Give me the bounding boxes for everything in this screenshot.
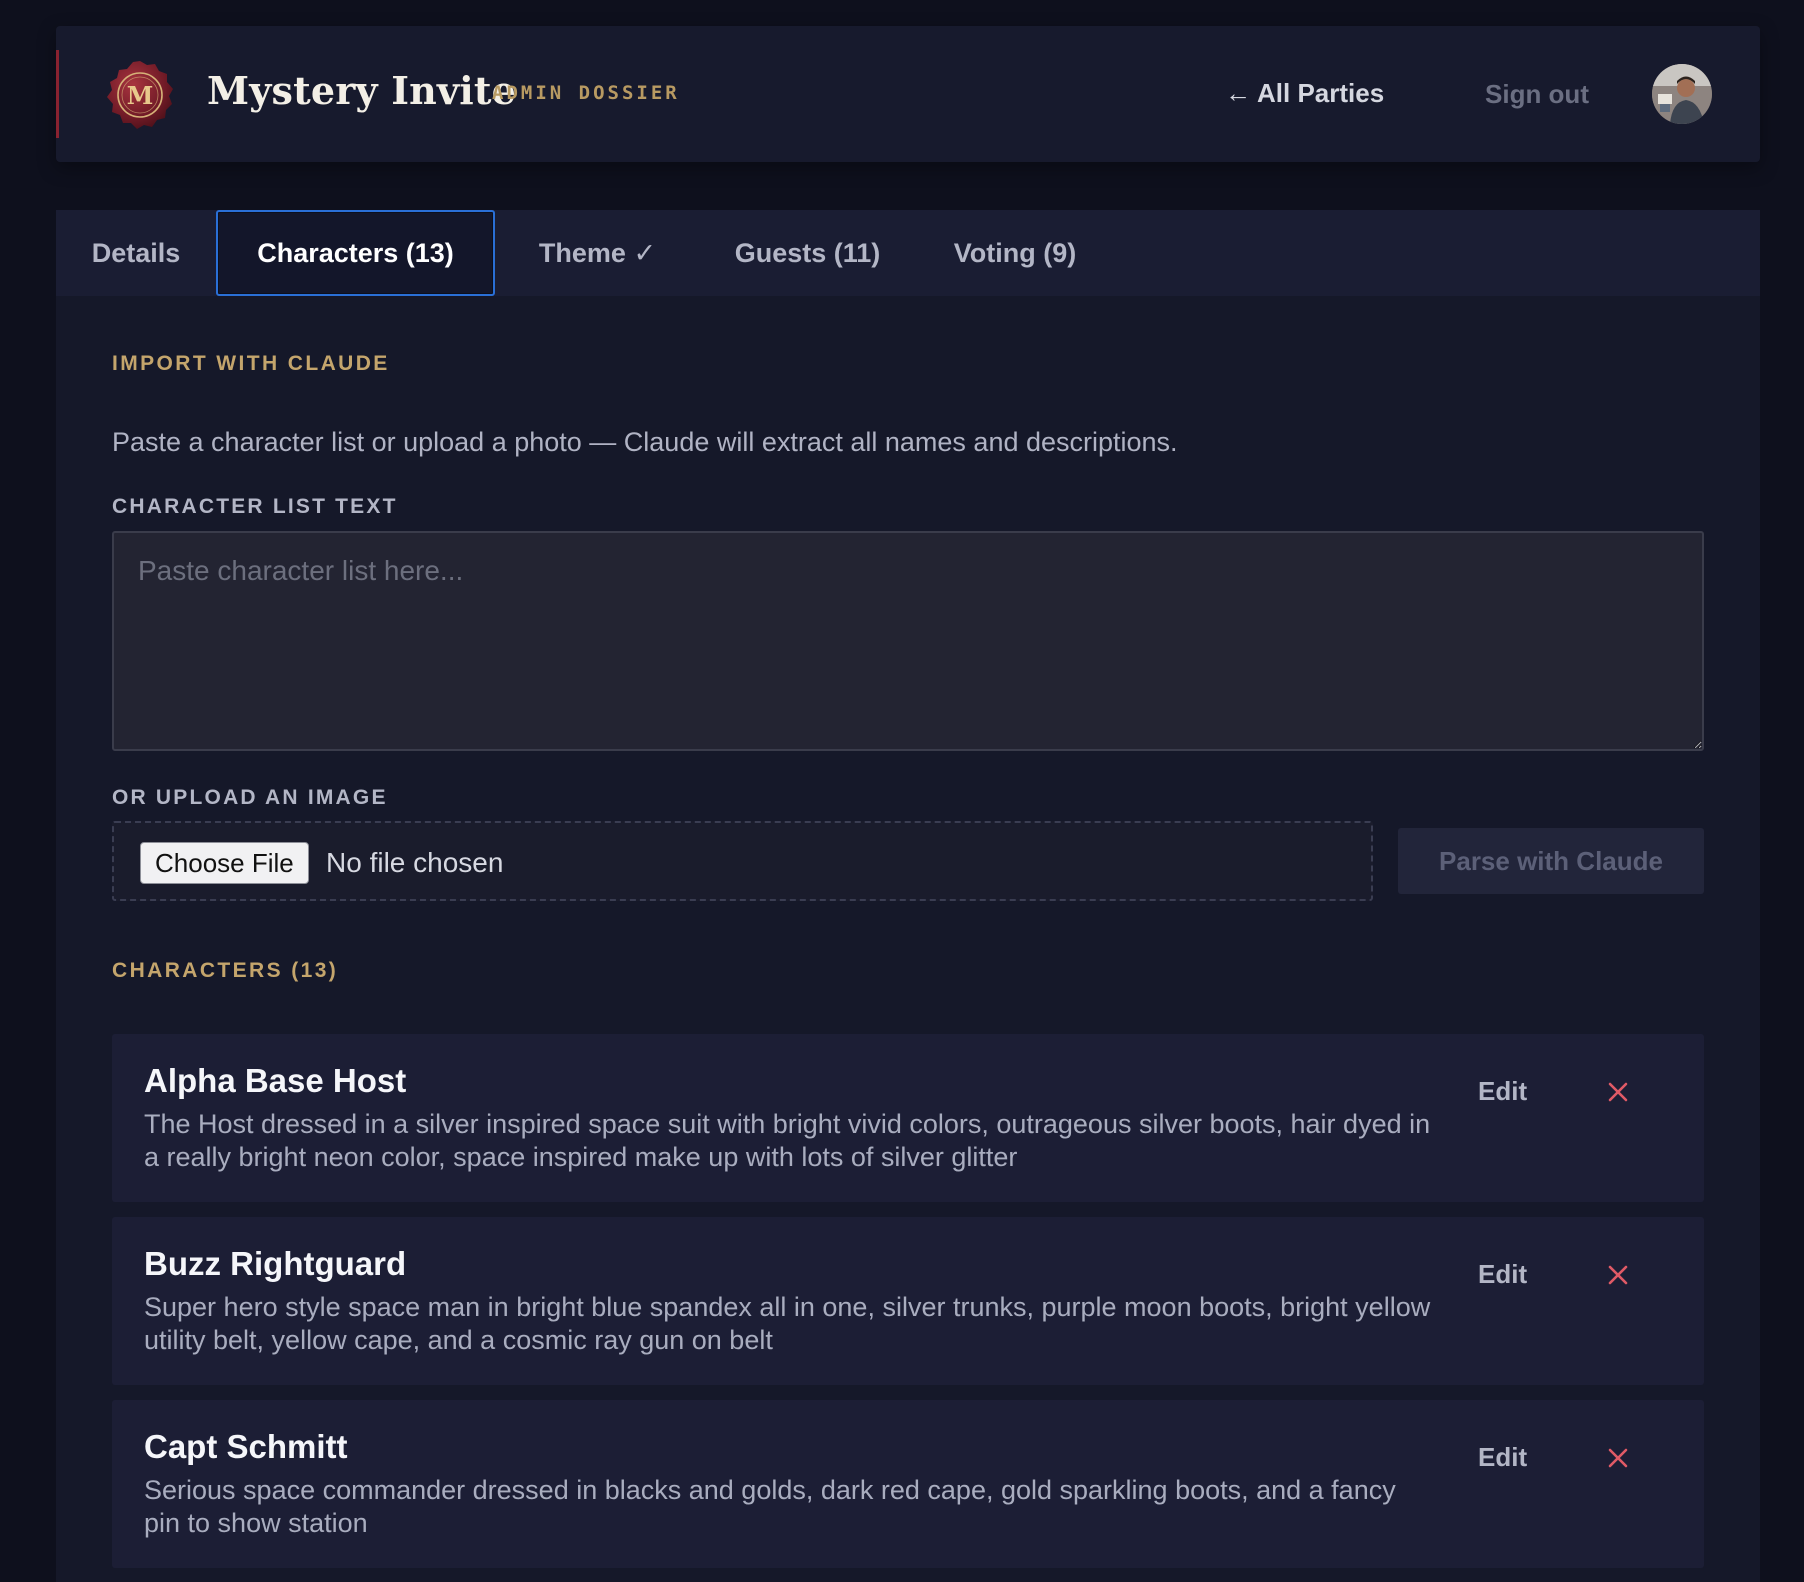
avatar-photo-icon bbox=[1652, 64, 1712, 124]
brand-title: Mystery Invite bbox=[207, 68, 517, 113]
tab-characters[interactable]: Characters (13) bbox=[216, 210, 495, 296]
arrow-left-icon: ← bbox=[1225, 78, 1251, 108]
tab-details[interactable]: Details bbox=[56, 210, 216, 296]
characters-section-title: CHARACTERS (13) bbox=[112, 959, 339, 982]
main-panel: Details Characters (13) Theme ✓ Guests (… bbox=[56, 210, 1760, 1582]
character-description: The Host dressed in a silver inspired sp… bbox=[144, 1109, 1431, 1172]
character-list-label: CHARACTER LIST TEXT bbox=[112, 495, 398, 518]
tab-theme[interactable]: Theme ✓ bbox=[495, 210, 700, 296]
brand-subtitle: ADMIN DOSSIER bbox=[492, 82, 680, 104]
character-card: Capt Schmitt Serious space commander dre… bbox=[112, 1400, 1704, 1568]
delete-character-icon[interactable] bbox=[1604, 1078, 1632, 1106]
delete-character-icon[interactable] bbox=[1604, 1444, 1632, 1472]
character-card: Alpha Base Host The Host dressed in a si… bbox=[112, 1034, 1704, 1202]
character-description: Super hero style space man in bright blu… bbox=[144, 1292, 1431, 1355]
edit-character-button[interactable]: Edit bbox=[1478, 1442, 1527, 1473]
import-helper-text: Paste a character list or upload a photo… bbox=[112, 427, 1178, 457]
user-avatar[interactable] bbox=[1652, 64, 1712, 124]
tab-guests[interactable]: Guests (11) bbox=[700, 210, 915, 296]
character-card: Buzz Rightguard Super hero style space m… bbox=[112, 1217, 1704, 1385]
character-description: Serious space commander dressed in black… bbox=[144, 1475, 1396, 1538]
all-parties-label: All Parties bbox=[1257, 78, 1385, 108]
image-upload-zone[interactable]: Choose File No file chosen bbox=[112, 821, 1373, 901]
character-name: Buzz Rightguard bbox=[144, 1245, 407, 1282]
edit-character-button[interactable]: Edit bbox=[1478, 1076, 1527, 1107]
page: M Mystery Invite ADMIN DOSSIER ← All Part… bbox=[0, 0, 1804, 1582]
character-name: Alpha Base Host bbox=[144, 1062, 407, 1099]
seal-monogram: M bbox=[127, 81, 154, 110]
sign-out-link[interactable]: Sign out bbox=[1485, 79, 1589, 110]
header-accent-bar bbox=[56, 50, 59, 138]
tab-voting[interactable]: Voting (9) bbox=[915, 210, 1115, 296]
upload-image-label: OR UPLOAD AN IMAGE bbox=[112, 786, 388, 809]
edit-character-button[interactable]: Edit bbox=[1478, 1259, 1527, 1290]
character-name: Capt Schmitt bbox=[144, 1428, 348, 1465]
file-status-text: No file chosen bbox=[326, 847, 504, 878]
choose-file-button[interactable]: Choose File bbox=[140, 842, 309, 884]
character-list-textarea[interactable] bbox=[112, 531, 1704, 751]
delete-character-icon[interactable] bbox=[1604, 1261, 1632, 1289]
parse-with-claude-button[interactable]: Parse with Claude bbox=[1398, 828, 1704, 894]
wax-seal-logo: M bbox=[107, 61, 173, 129]
import-section-title: IMPORT WITH CLAUDE bbox=[112, 352, 390, 375]
tab-bar: Details Characters (13) Theme ✓ Guests (… bbox=[56, 210, 1760, 296]
all-parties-link[interactable]: ← All Parties bbox=[1225, 78, 1384, 109]
